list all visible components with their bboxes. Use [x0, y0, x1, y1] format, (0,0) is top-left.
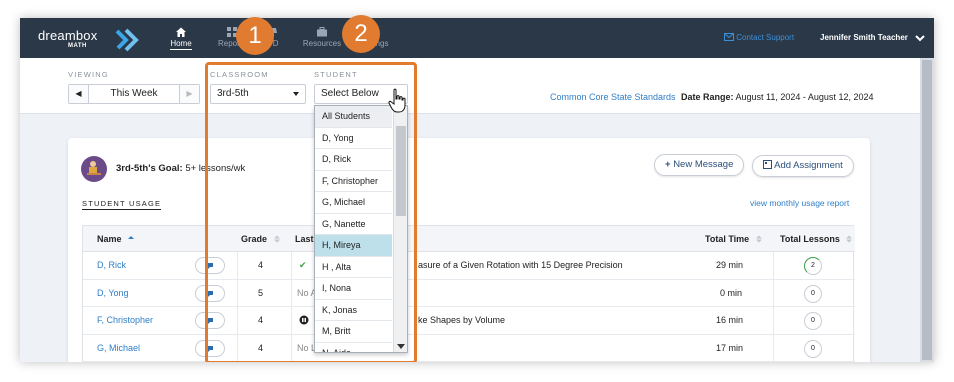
student-name-link[interactable]: G, Michael	[97, 343, 140, 353]
contact-support-link[interactable]: Contact Support	[724, 33, 794, 42]
top-nav-bar: dreambox MATH Home Reports PD Resources …	[20, 18, 934, 58]
teacher-name[interactable]: Jennifer Smith Teacher	[820, 33, 908, 42]
date-range: Date Range: August 11, 2024 - August 12,…	[681, 92, 873, 102]
divider	[773, 252, 774, 279]
logo-text: dreambox	[38, 28, 98, 43]
divider	[773, 334, 774, 362]
total-time-column-header[interactable]: Total Time	[705, 234, 762, 244]
briefcase-icon	[317, 27, 327, 37]
lesson-count-badge[interactable]: 0	[804, 339, 822, 358]
viewing-label: VIEWING	[68, 70, 109, 79]
page-scrollbar-thumb[interactable]	[922, 60, 932, 360]
assignment-icon	[763, 160, 772, 169]
contact-support-label: Contact Support	[736, 33, 795, 42]
nav-home[interactable]: Home	[166, 25, 196, 53]
nav-resources-label: Resources	[302, 39, 342, 48]
table-row[interactable]: G, Michael 4 No Less 17 min 0	[83, 334, 855, 362]
chevron-down-icon[interactable]	[914, 32, 926, 44]
total-time-value: 0 min	[720, 287, 743, 298]
callout-badge-1: 1	[236, 17, 274, 55]
divider	[773, 307, 774, 334]
classroom-avatar	[81, 156, 107, 182]
total-time-header-label: Total Time	[705, 234, 750, 244]
student-desk-icon	[87, 161, 101, 175]
total-time-value: 16 min	[716, 315, 744, 325]
add-assignment-label: Add Assignment	[774, 160, 843, 171]
total-lessons-column-header[interactable]: Total Lessons	[780, 234, 853, 244]
nav-resources[interactable]: Resources	[300, 25, 344, 53]
previous-week-button[interactable]: ◀	[69, 85, 89, 103]
student-name-link[interactable]: D, Yong	[97, 288, 129, 298]
student-usage-table: Name Grade Last Total Time Total Lessons…	[82, 225, 855, 362]
plus-icon: +	[665, 159, 674, 170]
student-name-link[interactable]: D, Rick	[97, 260, 126, 270]
student-name-link[interactable]: F, Christopher	[97, 315, 153, 325]
total-lessons-header-label: Total Lessons	[780, 234, 840, 244]
name-header-label: Name	[97, 234, 122, 244]
new-message-label: New Message	[673, 159, 734, 170]
total-time-value: 29 min	[716, 260, 744, 270]
week-value: This Week	[110, 88, 158, 99]
student-usage-title: STUDENT USAGE	[82, 199, 162, 210]
week-selector[interactable]: ◀ This Week ▶	[68, 84, 200, 104]
mail-icon	[724, 33, 734, 41]
sort-asc-icon	[128, 236, 135, 239]
logo-mark-icon	[115, 28, 139, 52]
table-header: Name Grade Last Total Time Total Lessons	[83, 226, 855, 252]
sort-icon	[846, 235, 853, 243]
ccss-link[interactable]: Common Core State Standards	[550, 92, 676, 102]
lesson-count-badge[interactable]: 0	[804, 284, 822, 303]
table-row[interactable]: D, Yong 5 No A 0 min 0	[83, 279, 855, 307]
goal-label: 3rd-5th's Goal:	[116, 163, 183, 174]
date-range-value: August 11, 2024 - August 12, 2024	[735, 92, 874, 102]
last-lesson-text: asure of a Given Rotation with 15 Degree…	[418, 260, 623, 270]
date-range-label: Date Range:	[681, 92, 734, 102]
lesson-count-badge[interactable]: 0	[804, 312, 822, 330]
new-message-button[interactable]: + New Message	[654, 154, 745, 176]
lesson-count-badge[interactable]: 2	[804, 257, 822, 275]
add-assignment-button[interactable]: Add Assignment	[752, 155, 854, 177]
total-time-value: 17 min	[716, 342, 744, 353]
logo-subtext: MATH	[68, 43, 87, 49]
table-row[interactable]: D, Rick 4 ✔ asure of a Given Rotation wi…	[83, 252, 855, 280]
app-window: dreambox MATH Home Reports PD Resources …	[20, 18, 934, 362]
callout-badge-2: 2	[342, 15, 380, 53]
name-column-header[interactable]: Name	[97, 234, 135, 244]
nav-home-label: Home	[170, 39, 192, 50]
monthly-usage-link[interactable]: view monthly usage report	[750, 198, 849, 208]
home-icon	[176, 27, 186, 37]
page-scrollbar[interactable]	[920, 58, 934, 362]
highlight-box	[205, 62, 417, 362]
table-row[interactable]: F, Christopher 4 ke Shapes by Volume 16 …	[83, 307, 855, 335]
sort-icon	[755, 235, 762, 243]
last-lesson-text: ke Shapes by Volume	[418, 315, 506, 325]
divider	[773, 279, 774, 307]
dreambox-logo[interactable]: dreambox MATH	[38, 28, 139, 52]
next-week-button[interactable]: ▶	[179, 85, 199, 103]
